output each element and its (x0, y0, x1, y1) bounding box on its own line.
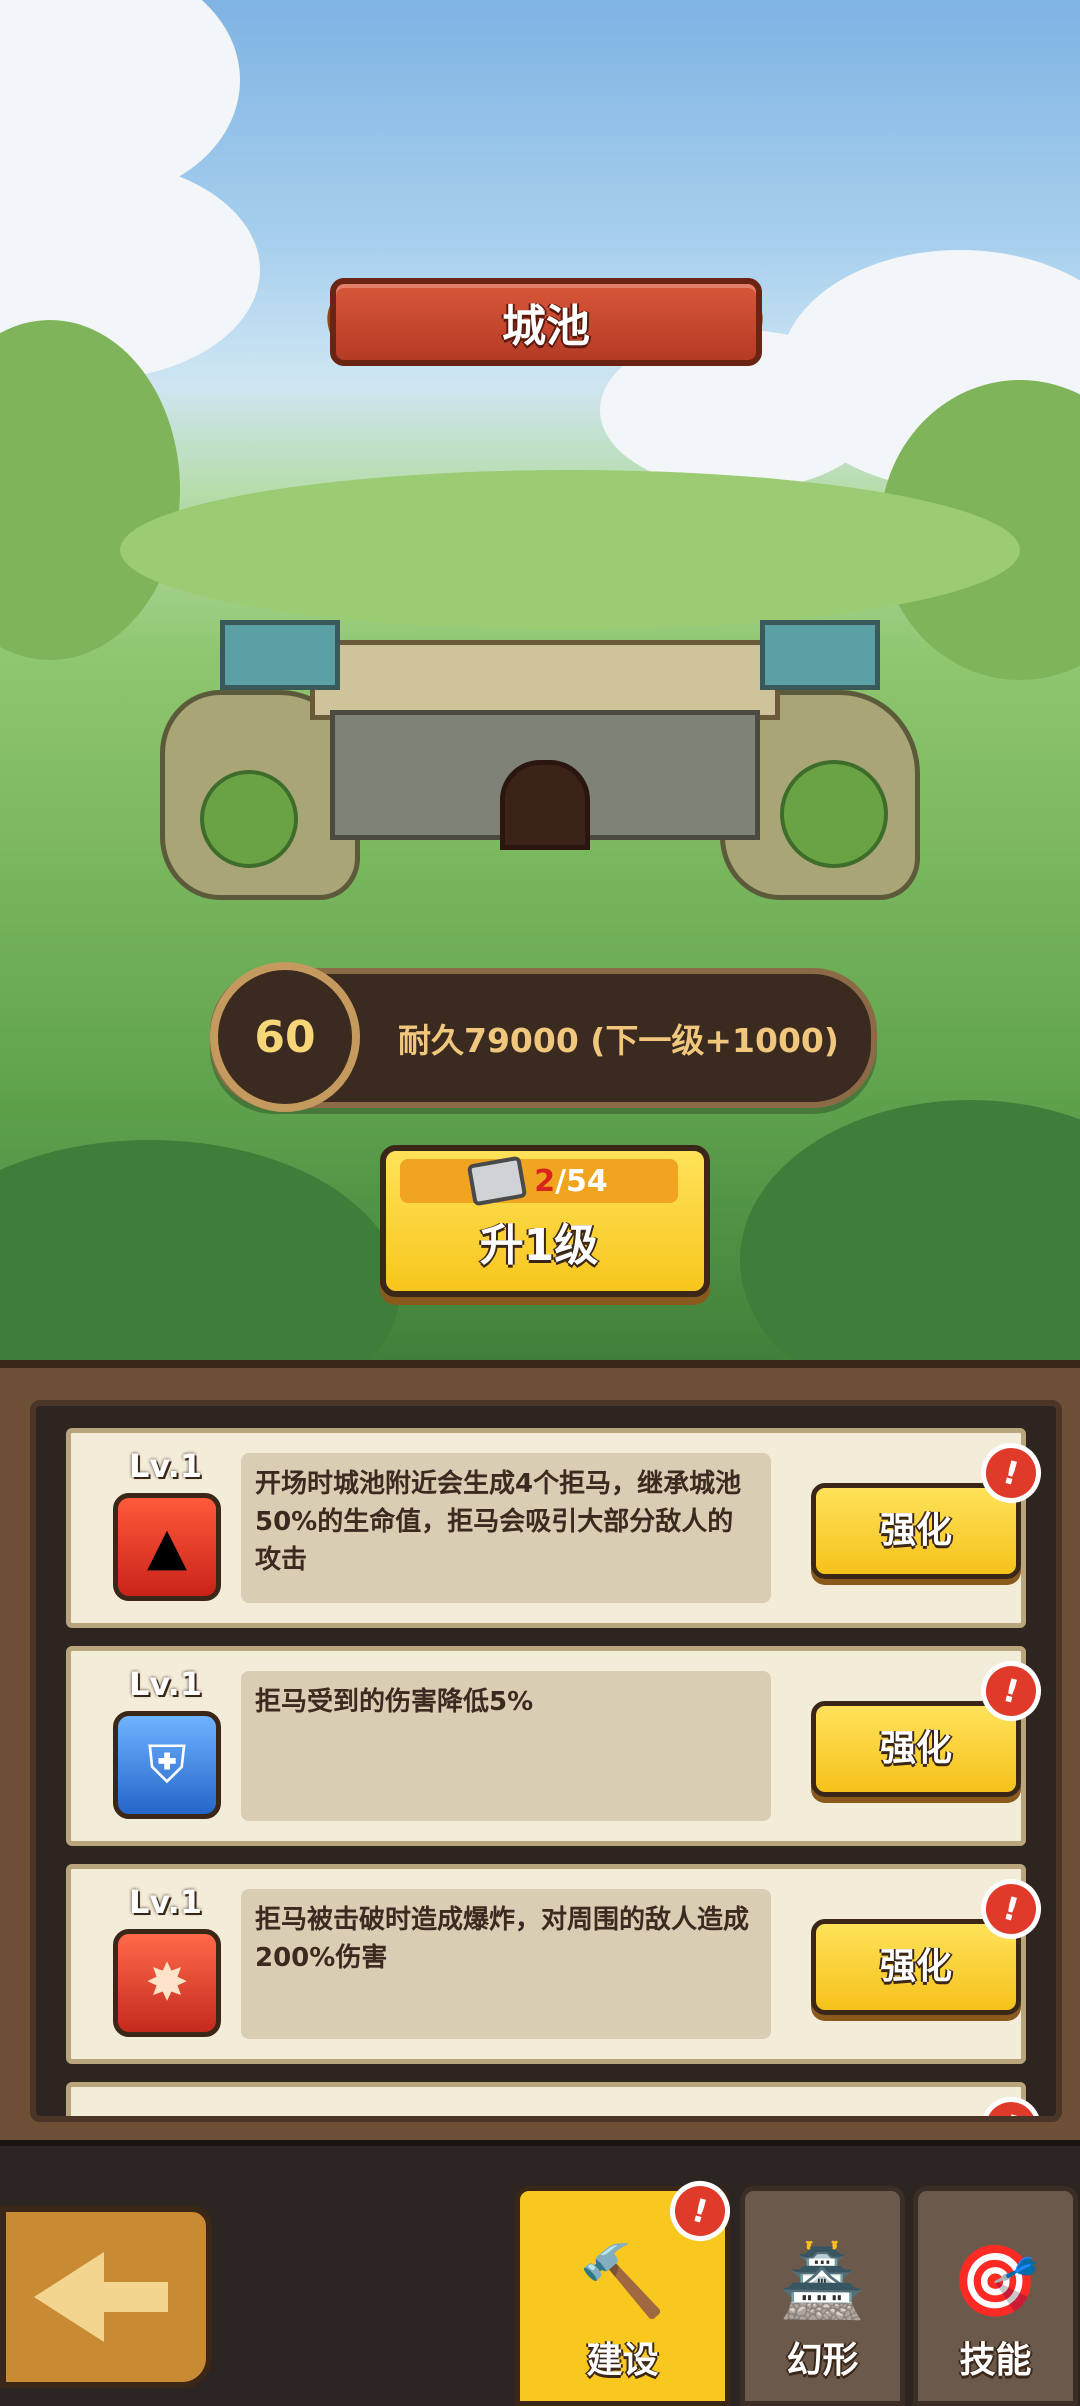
treeline (120, 470, 1020, 630)
level-badge: 60 (210, 962, 360, 1112)
tab-build[interactable]: 🔨 建设 ! (515, 2174, 737, 2406)
skill-card-partial: ! (66, 2082, 1048, 2116)
back-arrow-icon (34, 2252, 104, 2342)
skill-description: 开场时城池附近会生成4个拒马，继承城池50%的生命值，拒马会吸引大部分敌人的攻击 (241, 1453, 771, 1603)
cost-have: 2 (534, 1163, 556, 1199)
bottom-nav: 🔨 建设 ! 🏯 幻形 🎯 技能 (0, 2140, 1080, 2406)
fortress-illustration (160, 620, 920, 920)
tab-skill-label: 技能 (959, 2340, 1032, 2381)
enhance-button[interactable]: 强化 (811, 1483, 1021, 1579)
spikes-icon: ▲ (113, 1493, 221, 1601)
tab-build-label: 建设 (586, 2340, 659, 2381)
cost-need: /54 (555, 1163, 608, 1199)
target-icon: 🎯 (951, 2240, 1040, 2322)
skill-list[interactable]: Lv.1 ▲ 开场时城池附近会生成4个拒马，继承城池50%的生命值，拒马会吸引大… (30, 1400, 1062, 2122)
castle-scene: 城池 60 耐久79000 (下一级+1000) 2/54 升1级 (0, 0, 1080, 1370)
gate (500, 760, 590, 850)
alert-icon: ! (974, 2090, 1048, 2116)
skill-level: Lv.1 (129, 1447, 203, 1485)
wall-top (310, 640, 780, 720)
upgrade-button[interactable]: 2/54 升1级 (380, 1145, 710, 1297)
foreground-bush (0, 1140, 400, 1370)
moss (200, 770, 298, 868)
tab-morph-label: 幻形 (786, 2340, 859, 2381)
skill-level: Lv.1 (129, 1665, 203, 1703)
tab-morph[interactable]: 🏯 幻形 (740, 2186, 905, 2406)
skill-card: Lv.1 ✸ 拒马被击破时造成爆炸，对周围的敌人造成200%伤害 强化 ! (66, 1864, 1048, 2064)
enhance-button[interactable]: 强化 (811, 1919, 1021, 2015)
skill-description: 拒马被击破时造成爆炸，对周围的敌人造成200%伤害 (241, 1889, 771, 2039)
tower (760, 620, 880, 690)
tab-skill[interactable]: 🎯 技能 (913, 2186, 1078, 2406)
moss (780, 760, 888, 868)
skill-description: 拒马受到的伤害降低5% (241, 1671, 771, 1821)
shield-icon: ⛨ (113, 1711, 221, 1819)
skill-card: Lv.1 ▲ 开场时城池附近会生成4个拒马，继承城池50%的生命值，拒马会吸引大… (66, 1428, 1048, 1628)
stone-icon (466, 1155, 528, 1207)
skill-card: Lv.1 ⛨ 拒马受到的伤害降低5% 强化 ! (66, 1646, 1048, 1846)
durability-text: 耐久79000 (下一级+1000) (398, 1021, 839, 1060)
foreground-bush (740, 1100, 1080, 1370)
explosion-icon: ✸ (113, 1929, 221, 2037)
alert-icon: ! (663, 2174, 737, 2248)
page-title: 城池 (330, 278, 762, 366)
hammer-icon: 🔨 (578, 2240, 667, 2322)
back-arrow-tail (98, 2282, 168, 2312)
upgrade-label: 升1级 (479, 1220, 599, 1271)
upgrade-cost: 2/54 (400, 1155, 678, 1207)
enhance-button[interactable]: 强化 (811, 1701, 1021, 1797)
skill-level: Lv.1 (129, 1883, 203, 1921)
tower (220, 620, 340, 690)
back-button[interactable] (0, 2206, 212, 2388)
castle-icon: 🏯 (778, 2240, 867, 2322)
